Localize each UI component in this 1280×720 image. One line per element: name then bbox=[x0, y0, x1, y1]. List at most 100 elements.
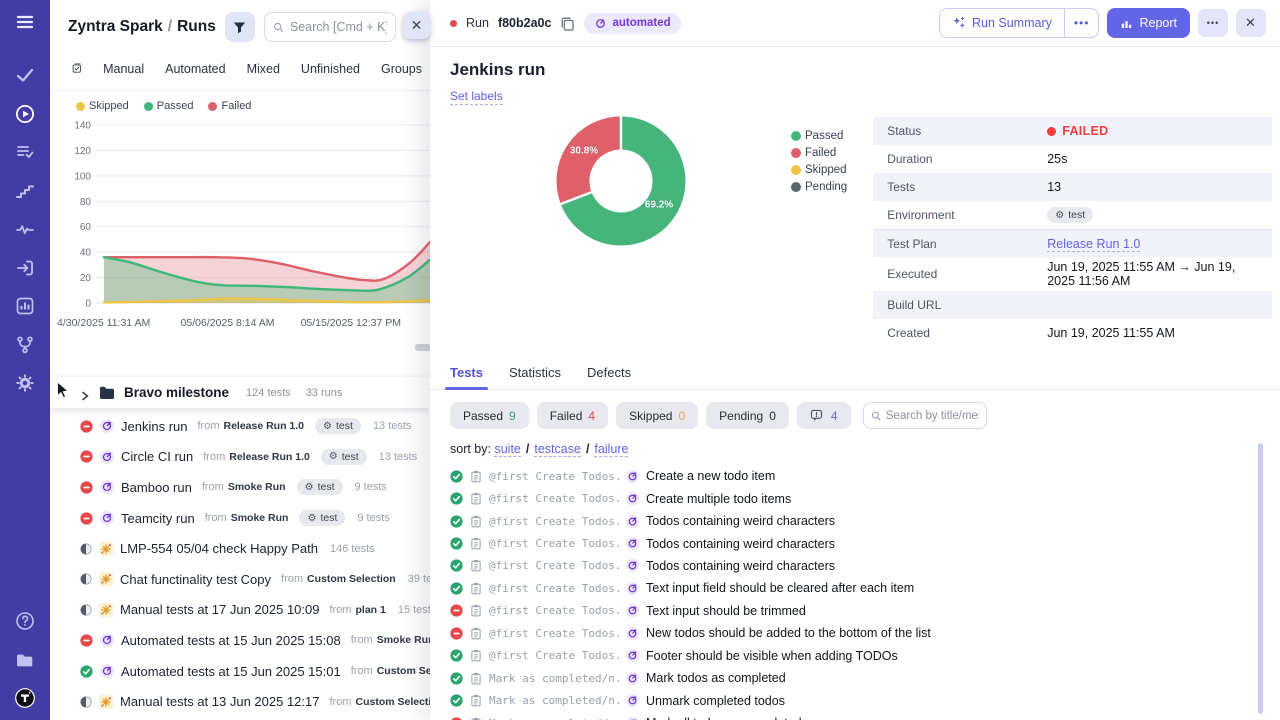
test-row[interactable]: @first Create Todos...Text input field s… bbox=[450, 577, 1280, 599]
run-row[interactable]: Manual tests at 13 Jun 2025 12:17fromCus… bbox=[50, 686, 430, 717]
folder-icon[interactable] bbox=[15, 650, 35, 670]
runs-filter-tab-mixed[interactable]: Mixed bbox=[247, 62, 280, 76]
run-row[interactable]: Teamcity runfromSmoke Run⚙test9 tests bbox=[50, 503, 430, 534]
runs-filter-tab-manual[interactable]: Manual bbox=[103, 62, 144, 76]
sort-by-failure[interactable]: failure bbox=[594, 442, 628, 457]
run-name[interactable]: Jenkins run bbox=[121, 419, 187, 434]
test-row[interactable]: @first Create Todos...Todos containing w… bbox=[450, 510, 1280, 532]
test-row[interactable]: Mark as completed/n...Mark todos as comp… bbox=[450, 667, 1280, 689]
chart-legend-item-passed[interactable]: Passed bbox=[144, 100, 194, 112]
close-run-button[interactable]: ✕ bbox=[1236, 9, 1266, 37]
set-labels-link[interactable]: Set labels bbox=[450, 89, 503, 105]
chart-legend-item-skipped[interactable]: Skipped bbox=[76, 100, 129, 112]
runs-filter-tab-automated[interactable]: Automated bbox=[165, 62, 225, 76]
runs-search-input[interactable] bbox=[290, 20, 387, 34]
filter-pill-pending[interactable]: Pending0 bbox=[706, 402, 789, 429]
breadcrumb-project[interactable]: Zyntra Spark bbox=[68, 18, 163, 35]
runs-filter-tab-unfinished[interactable]: Unfinished bbox=[301, 62, 360, 76]
run-name[interactable]: Automated tests at 15 Jun 2025 15:08 bbox=[121, 633, 341, 648]
test-title[interactable]: Footer should be visible when adding TOD… bbox=[646, 649, 898, 663]
run-row[interactable]: Manual tests at 17 Jun 2025 10:09frompla… bbox=[50, 595, 430, 626]
run-name[interactable]: Chat functinality test Copy bbox=[120, 572, 271, 587]
help-icon[interactable] bbox=[15, 611, 35, 631]
run-row[interactable]: Bamboo runfromSmoke Run⚙test9 tests bbox=[50, 472, 430, 503]
test-title[interactable]: Create multiple todo items bbox=[646, 492, 791, 506]
chart-legend-item-failed[interactable]: Failed bbox=[208, 100, 251, 112]
test-row[interactable]: @first Create Todos...Todos containing w… bbox=[450, 555, 1280, 577]
test-row[interactable]: @first Create Todos...Footer should be v… bbox=[450, 645, 1280, 667]
chevron-right-icon[interactable] bbox=[80, 388, 90, 398]
sort-by-testcase[interactable]: testcase bbox=[534, 442, 581, 457]
check-icon[interactable] bbox=[15, 65, 35, 85]
steps-icon[interactable] bbox=[15, 181, 35, 201]
test-title[interactable]: Todos containing weird characters bbox=[646, 559, 835, 573]
test-title[interactable]: Create a new todo item bbox=[646, 469, 775, 483]
run-name[interactable]: LMP-554 05/04 check Happy Path bbox=[120, 541, 318, 556]
run-name[interactable]: Manual tests at 17 Jun 2025 10:09 bbox=[120, 602, 319, 617]
test-title[interactable]: Text input should be trimmed bbox=[646, 604, 806, 618]
run-name[interactable]: Automated tests at 15 Jun 2025 15:01 bbox=[121, 664, 341, 679]
filter-button[interactable] bbox=[225, 12, 255, 42]
run-summary-button[interactable]: Run Summary bbox=[940, 9, 1064, 37]
tab-defects[interactable]: Defects bbox=[587, 365, 631, 389]
run-name[interactable]: Bamboo run bbox=[121, 480, 192, 495]
filter-pill-skipped[interactable]: Skipped0 bbox=[616, 402, 698, 429]
test-row[interactable]: Mark as completed/n...Mark all todos as … bbox=[450, 712, 1280, 720]
test-title[interactable]: Mark todos as completed bbox=[646, 671, 786, 685]
pulse-icon[interactable] bbox=[15, 219, 35, 239]
tab-tests[interactable]: Tests bbox=[450, 365, 483, 389]
run-row[interactable]: Chat functinality test CopyfromCustom Se… bbox=[50, 564, 430, 595]
run-name[interactable]: Manual tests at 13 Jun 2025 12:17 bbox=[120, 694, 319, 709]
test-row[interactable]: @first Create Todos...Todos containing w… bbox=[450, 532, 1280, 554]
run-row[interactable]: Jenkins runfromRelease Run 1.0⚙test13 te… bbox=[50, 411, 430, 442]
tests-search[interactable] bbox=[863, 402, 987, 429]
close-panel-button[interactable]: ✕ bbox=[403, 12, 430, 39]
test-title[interactable]: Text input field should be cleared after… bbox=[646, 581, 914, 595]
play-circle-icon[interactable] bbox=[15, 104, 35, 124]
test-plan-link[interactable]: Release Run 1.0 bbox=[1047, 237, 1140, 252]
run-summary-more-button[interactable]: ••• bbox=[1064, 9, 1099, 37]
menu-icon[interactable] bbox=[15, 12, 35, 32]
run-row[interactable]: Automated tests at 15 Jun 2025 15:08from… bbox=[50, 625, 430, 656]
runs-filter-tab-groups[interactable]: Groups bbox=[381, 62, 422, 76]
test-title[interactable]: Todos containing weird characters bbox=[646, 514, 835, 528]
copy-icon[interactable] bbox=[560, 16, 575, 31]
test-title[interactable]: Todos containing weird characters bbox=[646, 537, 835, 551]
filter-pill-passed[interactable]: Passed9 bbox=[450, 402, 529, 429]
test-row[interactable]: @first Create Todos...Create a new todo … bbox=[450, 465, 1280, 487]
run-title: Jenkins run bbox=[450, 60, 1280, 80]
testomat-logo[interactable] bbox=[15, 688, 35, 708]
test-row[interactable]: @first Create Todos...New todos should b… bbox=[450, 622, 1280, 644]
horizontal-scrollbar[interactable] bbox=[415, 344, 430, 351]
run-row[interactable]: Circle CI runfromRelease Run 1.0⚙test13 … bbox=[50, 442, 430, 473]
report-button[interactable]: Report bbox=[1107, 8, 1190, 38]
test-row[interactable]: @first Create Todos...Create multiple to… bbox=[450, 487, 1280, 509]
vertical-scrollbar[interactable] bbox=[1258, 443, 1263, 714]
more-options-button[interactable]: ••• bbox=[1198, 9, 1228, 37]
filter-label: Failed bbox=[550, 409, 583, 423]
automated-test-icon bbox=[626, 492, 639, 505]
import-icon[interactable] bbox=[15, 258, 35, 278]
test-row[interactable]: @first Create Todos...Text input should … bbox=[450, 600, 1280, 622]
branch-icon[interactable] bbox=[15, 335, 35, 355]
sort-by-suite[interactable]: suite bbox=[494, 442, 520, 457]
tests-search-input[interactable] bbox=[886, 410, 979, 422]
select-all-icon[interactable] bbox=[72, 60, 82, 77]
list-check-icon[interactable] bbox=[15, 142, 35, 162]
test-title[interactable]: Unmark completed todos bbox=[646, 694, 785, 708]
run-row[interactable]: LMP-554 05/04 check Happy Path146 tests bbox=[50, 533, 430, 564]
filter-pill-failed[interactable]: Failed4 bbox=[537, 402, 608, 429]
test-row[interactable]: Mark as completed/n...Unmark completed t… bbox=[450, 689, 1280, 711]
test-title[interactable]: Mark all todos as completed bbox=[646, 716, 802, 720]
run-name[interactable]: Circle CI run bbox=[121, 449, 193, 464]
test-status-passed-icon bbox=[450, 470, 463, 483]
gear-icon[interactable] bbox=[15, 373, 35, 393]
run-name[interactable]: Teamcity run bbox=[121, 511, 195, 526]
runs-search[interactable] bbox=[264, 12, 396, 42]
run-row[interactable]: Automated tests at 15 Jun 2025 15:01from… bbox=[50, 656, 430, 687]
tab-statistics[interactable]: Statistics bbox=[509, 365, 561, 389]
analytics-icon[interactable] bbox=[15, 296, 35, 316]
milestone-row[interactable]: Bravo milestone 124 tests 33 runs bbox=[50, 377, 430, 408]
test-title[interactable]: New todos should be added to the bottom … bbox=[646, 626, 931, 640]
comments-filter-pill[interactable]: 4 bbox=[797, 402, 851, 429]
